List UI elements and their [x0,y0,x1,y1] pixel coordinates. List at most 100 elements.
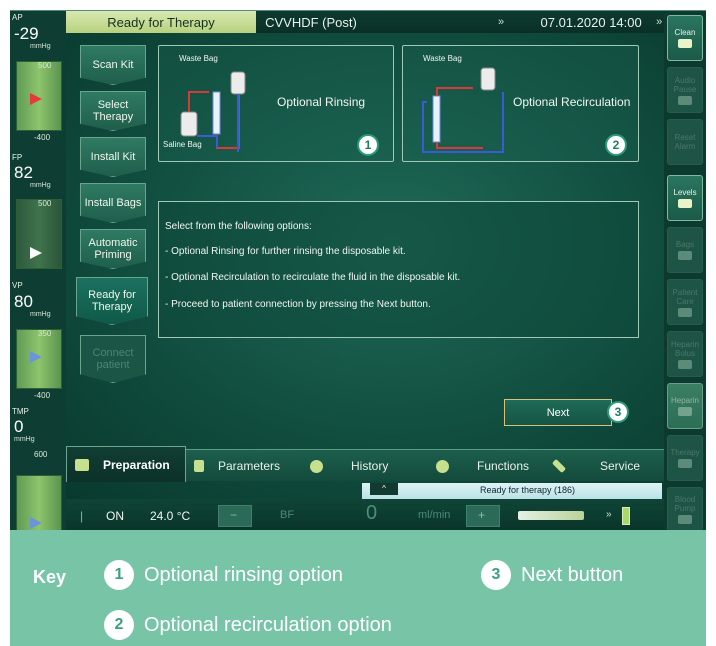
gear-icon [436,459,449,473]
tab-preparation[interactable]: Preparation [66,446,186,482]
step-automatic-priming[interactable]: Automatic Priming [80,229,146,269]
double-chevron-icon: » [498,16,505,28]
tmp-unit: mmHg [14,436,35,443]
tab-history[interactable]: History [310,450,414,482]
callout-2: 2 [605,134,627,156]
ap-alarm-arrow-icon [30,93,42,105]
wrench-icon [551,458,567,474]
chevron-up-icon[interactable]: ^ [370,483,398,495]
bag-icon [75,458,89,471]
vp-pressure: VP 80 mmHg 350 -400 [10,279,66,409]
flow-unit: ml/min [418,509,451,521]
tab-service[interactable]: Service [551,450,662,482]
patient-care-label: Patient Care [672,287,698,306]
vp-top-tick: 350 [38,329,52,338]
bolus-icon [678,359,692,369]
syringe-icon [518,511,584,520]
reset-alarm-button[interactable]: Reset Alarm [667,119,703,165]
heparin-label: Heparin [670,396,699,405]
info-line: Select from the following options: [165,221,312,232]
step-ready-for-therapy[interactable]: Ready for Therapy [76,277,148,325]
step-scan-kit[interactable]: Scan Kit [80,45,146,85]
therapy-icon [678,459,692,468]
tab-label: Service [600,459,641,473]
date-time: 07.01.2020 14:00 [540,14,642,30]
minus-label: − [230,508,238,522]
clean-label: Clean [674,28,696,37]
rinsing-diagram [180,71,246,152]
clean-icon [678,39,692,48]
heparin-bolus-button[interactable]: Heparin Bolus [667,331,703,377]
ap-pressure: AP -29 mmHg 500 -400 [10,11,66,161]
ap-unit: mmHg [30,43,51,50]
therapy-label: Therapy [670,448,700,457]
flow-value: 0 [366,502,378,524]
key-text: Optional recirculation option [144,614,392,636]
step-install-bags[interactable]: Install Bags [80,183,146,223]
decrease-button[interactable]: − [218,505,252,527]
calculator-icon [194,460,204,472]
heater-state: ON [106,509,124,523]
heparin-bolus-label: Heparin Bolus [670,339,699,358]
callout-1: 1 [357,134,379,156]
vp-bottom-tick: -400 [34,391,51,400]
step-connect-patient: Connect patient [80,335,146,383]
clean-button[interactable]: Clean [667,15,703,61]
tab-label: Preparation [103,457,170,472]
battery-icon [622,507,630,525]
audio-pause-button[interactable]: Audio Pause [667,67,703,113]
optional-recirculation-label: Optional Recirculation [513,95,631,109]
bottom-bar: | ON 24.0 °C − BF 0 ml/min + » [66,499,664,530]
key-title: Key [33,567,67,587]
step-install-kit[interactable]: Install Kit [80,137,146,177]
patient-care-button[interactable]: Patient Care [667,279,703,325]
status-bar: Ready for Therapy CVVHDF (Post) » 07.01.… [66,11,664,33]
double-chevron-icon: » [606,509,612,520]
fp-unit: mmHg [30,182,51,189]
function-buttons: Clean Audio Pause Reset Alarm Levels Bag… [664,11,706,530]
pressure-panel: AP -29 mmHg 500 -400 FP 82 mmHg 500 VP 8… [10,11,66,530]
audio-pause-label: Audio Pause [673,75,697,94]
vp-pointer-icon [30,351,42,363]
plus-label: + [478,508,486,522]
ap-label: AP [12,13,23,22]
tmp-label: TMP [12,407,29,416]
blood-pump-label: Blood Pump [674,494,696,513]
next-button[interactable]: Next [504,399,612,426]
increase-button[interactable]: + [466,505,500,527]
blood-pump-button[interactable]: Blood Pump [667,487,703,530]
tab-functions[interactable]: Functions [436,450,546,482]
figure: AP -29 mmHg 500 -400 FP 82 mmHg 500 VP 8… [0,0,716,646]
key-legend: Key 1 Optional rinsing option 2 Optional… [10,530,706,646]
optional-rinsing-label: Optional Rinsing [277,95,366,109]
key-number: 1 [104,560,134,590]
callout-3: 3 [607,401,629,423]
therapy-button[interactable]: Therapy [667,435,703,481]
fp-top-tick: 500 [38,199,52,208]
step-select-therapy[interactable]: Select Therapy [80,91,146,131]
scale-icon [678,251,692,260]
double-chevron-icon: » [656,16,663,28]
heparin-button[interactable]: Heparin [667,383,703,429]
vp-label: VP [12,281,23,290]
next-label: Next [546,406,570,419]
tab-parameters[interactable]: Parameters [194,450,304,482]
ap-top-tick: 500 [38,61,52,70]
tab-label: Parameters [218,459,281,473]
bags-button[interactable]: Bags [667,227,703,273]
recirculation-diagram [422,67,504,153]
levels-button[interactable]: Levels [667,175,703,221]
key-number: 3 [481,560,511,590]
tmp-pressure: TMP 0 mmHg 600 [10,405,66,530]
tmp-top-tick: 600 [34,450,48,459]
therapy-state: Ready for Therapy [66,11,256,33]
fp-pointer-icon [30,247,42,259]
info-line: - Proceed to patient connection by press… [165,299,431,310]
info-line: - Optional Recirculation to recirculate … [165,272,461,283]
levels-label: Levels [673,188,697,197]
thermometer-icon: | [80,509,84,523]
ap-bottom-tick: -400 [34,133,51,142]
optional-rinsing-option[interactable]: Waste Bag Saline Bag Optional Rinsing 1 [158,45,394,162]
message-strip[interactable]: ^ Ready for therapy (186) [362,483,662,499]
optional-recirculation-option[interactable]: Waste Bag Optional Recirculation 2 [402,45,639,162]
